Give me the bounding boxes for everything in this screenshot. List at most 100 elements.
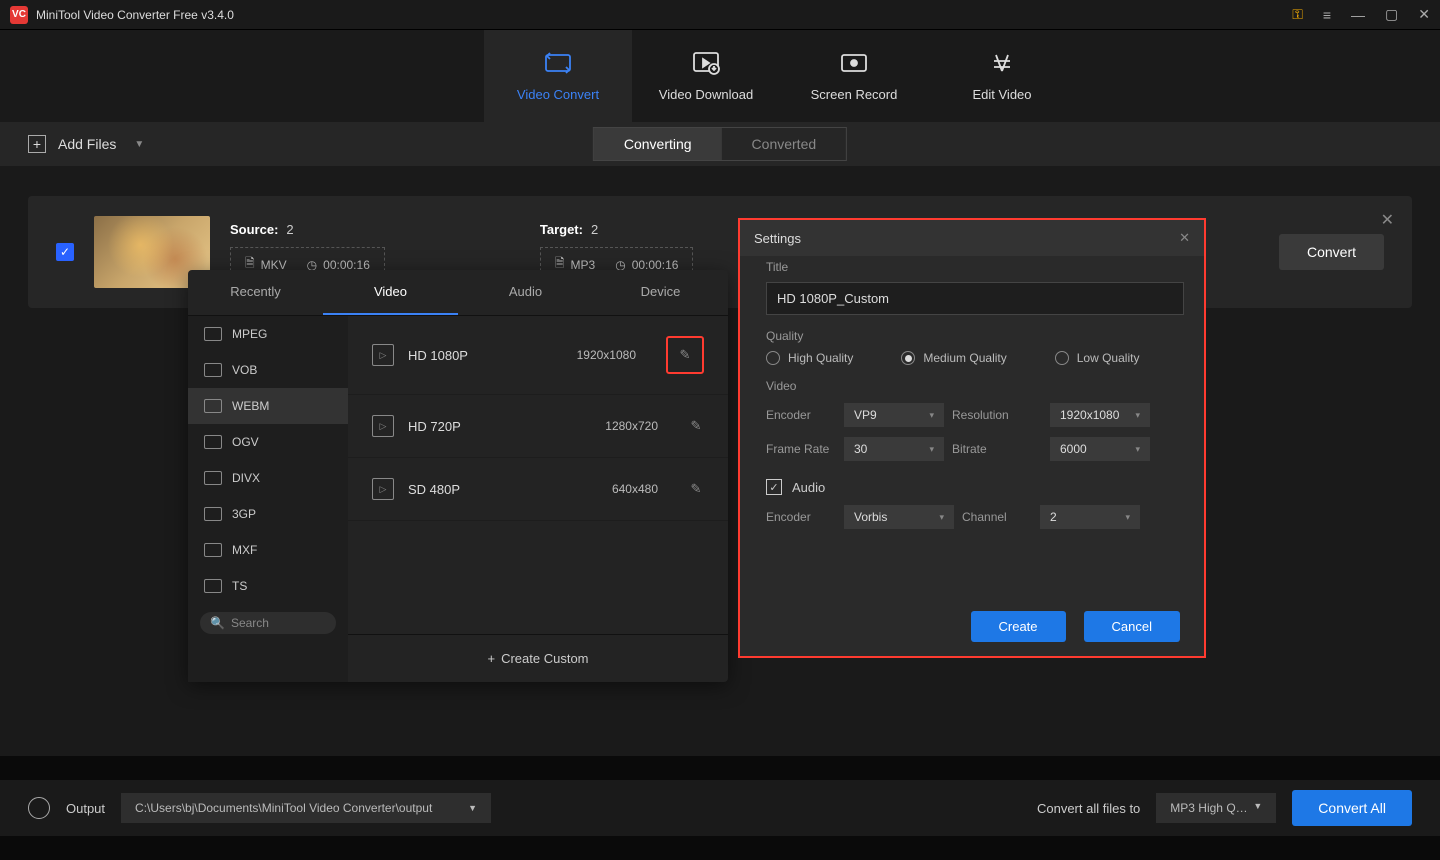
nav-label: Screen Record (811, 87, 898, 102)
sidebar-item-divx[interactable]: DIVX (188, 460, 348, 496)
fmt-label: DIVX (232, 471, 260, 485)
format-sidebar[interactable]: MPEG VOB WEBM OGV DIVX 3GP MXF TS 🔍Searc… (188, 316, 348, 682)
video-section-label: Video (766, 379, 1184, 393)
add-files-button[interactable]: + Add Files ▼ (28, 135, 144, 153)
output-format-dropdown[interactable]: MP3 High Quality ▼ (1156, 793, 1276, 823)
settings-body[interactable]: Title Quality High Quality Medium Qualit… (740, 256, 1204, 597)
create-custom-label: Create Custom (501, 651, 588, 666)
chevron-down-icon: ▼ (1253, 801, 1262, 815)
maximize-icon[interactable]: ▢ (1385, 6, 1398, 23)
format-icon (204, 543, 222, 557)
main-nav: Video Convert Video Download Screen Reco… (0, 30, 1440, 122)
settings-title: Settings (754, 231, 801, 246)
key-icon[interactable]: ⚿ (1292, 6, 1303, 23)
file-checkbox[interactable]: ✓ (56, 243, 74, 261)
nav-video-download[interactable]: Video Download (632, 30, 780, 122)
edit-preset-icon[interactable]: ✎ (666, 336, 704, 374)
sidebar-item-webm[interactable]: WEBM (188, 388, 348, 424)
encoder-label: Encoder (766, 408, 836, 422)
edit-preset-icon[interactable]: ✎ (688, 481, 704, 497)
format-search-input[interactable]: 🔍Search (200, 612, 336, 634)
format-tab-device[interactable]: Device (593, 270, 728, 315)
res-name: HD 720P (408, 419, 591, 434)
video-file-icon: ▷ (372, 415, 394, 437)
channel-dropdown[interactable]: 2 (1040, 505, 1140, 529)
res-name: SD 480P (408, 482, 598, 497)
radio-label: Medium Quality (923, 351, 1006, 365)
fmt-label: TS (232, 579, 247, 593)
create-button[interactable]: Create (971, 611, 1066, 642)
edit-preset-icon[interactable]: ✎ (688, 418, 704, 434)
settings-close-icon[interactable]: ✕ (1179, 230, 1190, 246)
framerate-dropdown[interactable]: 30 (844, 437, 944, 461)
sidebar-item-vob[interactable]: VOB (188, 352, 348, 388)
nav-label: Edit Video (972, 87, 1031, 102)
fmt-label: MXF (232, 543, 257, 557)
target-count: 2 (591, 222, 598, 237)
convert-button[interactable]: Convert (1279, 234, 1384, 270)
quality-label: Quality (766, 329, 1184, 343)
format-tab-video[interactable]: Video (323, 270, 458, 315)
titlebar: VC MiniTool Video Converter Free v3.4.0 … (0, 0, 1440, 30)
search-placeholder: Search (231, 616, 269, 630)
sidebar-item-mxf[interactable]: MXF (188, 532, 348, 568)
output-path-value: C:\Users\bj\Documents\MiniTool Video Con… (135, 801, 432, 815)
chevron-down-icon: ▼ (134, 139, 144, 150)
format-icon (204, 471, 222, 485)
menu-icon[interactable]: ≡ (1323, 7, 1331, 23)
settings-modal: Settings ✕ Title Quality High Quality Me… (738, 218, 1206, 658)
title-input[interactable] (766, 282, 1184, 315)
sidebar-item-mpeg[interactable]: MPEG (188, 316, 348, 352)
cancel-button[interactable]: Cancel (1084, 611, 1180, 642)
output-label: Output (66, 801, 105, 816)
download-icon (692, 51, 720, 75)
add-files-label: Add Files (58, 136, 116, 152)
tab-converting[interactable]: Converting (594, 128, 722, 160)
format-icon (204, 327, 222, 341)
audio-encoder-dropdown[interactable]: Vorbis (844, 505, 954, 529)
card-close-icon[interactable]: ✕ (1381, 210, 1394, 230)
output-path-dropdown[interactable]: C:\Users\bj\Documents\MiniTool Video Con… (121, 793, 491, 823)
bitrate-label: Bitrate (952, 442, 1042, 456)
close-icon[interactable]: ✕ (1418, 6, 1430, 23)
resolution-item-480p[interactable]: ▷ SD 480P 640x480 ✎ (348, 458, 728, 521)
format-tab-recently[interactable]: Recently (188, 270, 323, 315)
res-dim: 1280x720 (605, 419, 658, 433)
nav-edit-video[interactable]: Edit Video (928, 30, 1076, 122)
record-icon (840, 51, 868, 75)
resolution-dropdown[interactable]: 1920x1080 (1050, 403, 1150, 427)
resolution-item-720p[interactable]: ▷ HD 720P 1280x720 ✎ (348, 395, 728, 458)
tab-converted[interactable]: Converted (722, 128, 847, 160)
resolution-item-1080p[interactable]: ▷ HD 1080P 1920x1080 ✎ (348, 316, 728, 395)
video-file-icon: ▷ (372, 478, 394, 500)
audio-checkbox[interactable]: ✓ (766, 479, 782, 495)
nav-video-convert[interactable]: Video Convert (484, 30, 632, 122)
quality-high-radio[interactable]: High Quality (766, 351, 853, 365)
sidebar-item-3gp[interactable]: 3GP (188, 496, 348, 532)
sidebar-item-ogv[interactable]: OGV (188, 424, 348, 460)
convert-icon (544, 51, 572, 75)
format-panel: Recently Video Audio Device MPEG VOB WEB… (188, 270, 728, 682)
quality-medium-radio[interactable]: Medium Quality (901, 351, 1006, 365)
quality-low-radio[interactable]: Low Quality (1055, 351, 1140, 365)
bitrate-dropdown[interactable]: 6000 (1050, 437, 1150, 461)
channel-label: Channel (962, 510, 1032, 524)
format-tab-audio[interactable]: Audio (458, 270, 593, 315)
format-icon (204, 507, 222, 521)
format-icon (204, 435, 222, 449)
sidebar-item-ts[interactable]: TS (188, 568, 348, 604)
toolbar: + Add Files ▼ Converting Converted (0, 122, 1440, 166)
toolbar-tabs: Converting Converted (593, 127, 847, 161)
source-count: 2 (286, 222, 293, 237)
nav-label: Video Download (659, 87, 753, 102)
settings-header: Settings ✕ (740, 220, 1204, 256)
format-icon (204, 579, 222, 593)
video-encoder-dropdown[interactable]: VP9 (844, 403, 944, 427)
create-custom-button[interactable]: +Create Custom (348, 634, 728, 682)
minimize-icon[interactable]: — (1351, 7, 1365, 23)
convert-all-button[interactable]: Convert All (1292, 790, 1412, 826)
schedule-icon[interactable] (28, 797, 50, 819)
convert-all-label: Convert all files to (1037, 801, 1140, 816)
audio-encoder-label: Encoder (766, 510, 836, 524)
nav-screen-record[interactable]: Screen Record (780, 30, 928, 122)
